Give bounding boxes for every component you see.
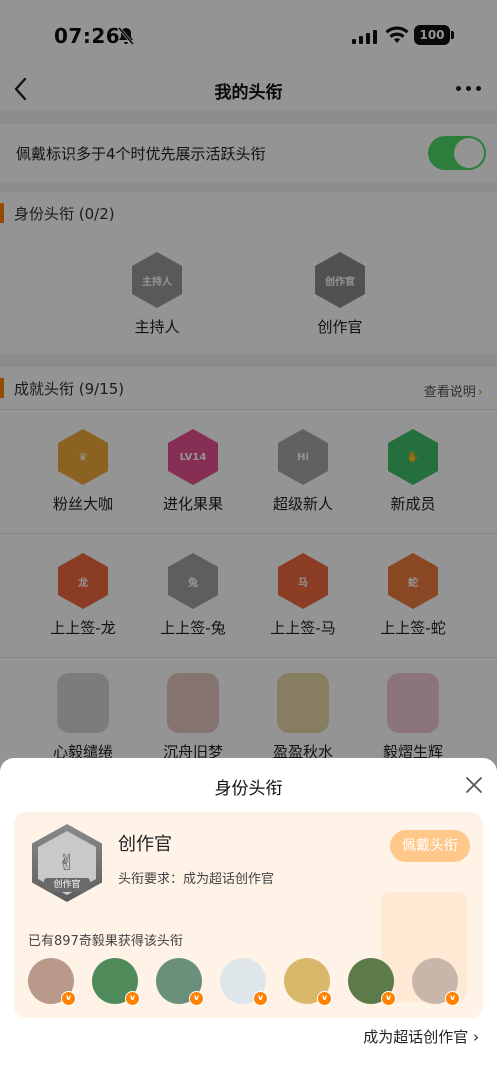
verified-badge-icon: v [445,991,460,1006]
become-creator-text: 成为超话创作官 [363,1028,469,1046]
wear-title-button[interactable]: 佩戴头衔 [390,830,470,862]
title-requirement: 头衔要求：成为超话创作官 [118,872,275,887]
verified-badge-icon: v [61,991,76,1006]
creator-badge-icon: ✌ 创作官 [32,824,102,902]
verified-badge-icon: v [125,991,140,1006]
holders-count: 已有897奇毅果获得该头衔 [28,934,183,949]
sheet-title: 身份头衔 [214,779,283,799]
user-avatar[interactable]: v [220,958,268,1006]
chevron-right-icon: › [473,1028,479,1046]
become-creator-link[interactable]: 成为超话创作官 › [363,1026,479,1047]
user-avatar[interactable]: v [348,958,396,1006]
user-avatar[interactable]: v [28,958,76,1006]
title-card: ✌ 创作官 创作官 头衔要求：成为超话创作官 佩戴头衔 已有897奇毅果获得该头… [14,812,483,1018]
verified-badge-icon: v [317,991,332,1006]
user-avatar[interactable]: v [284,958,332,1006]
title-detail-sheet: 身份头衔 ✌ 创作官 创作官 头衔要求：成为超话创作官 佩戴头衔 已有897奇毅… [0,758,497,1080]
user-avatar[interactable]: v [92,958,140,1006]
verified-badge-icon: v [253,991,268,1006]
close-icon[interactable] [465,776,483,794]
badge-logo-text: 创作官 [44,878,90,892]
user-avatar[interactable]: v [412,958,460,1006]
user-avatar[interactable]: v [156,958,204,1006]
title-name: 创作官 [118,834,172,855]
verified-badge-icon: v [189,991,204,1006]
verified-badge-icon: v [381,991,396,1006]
